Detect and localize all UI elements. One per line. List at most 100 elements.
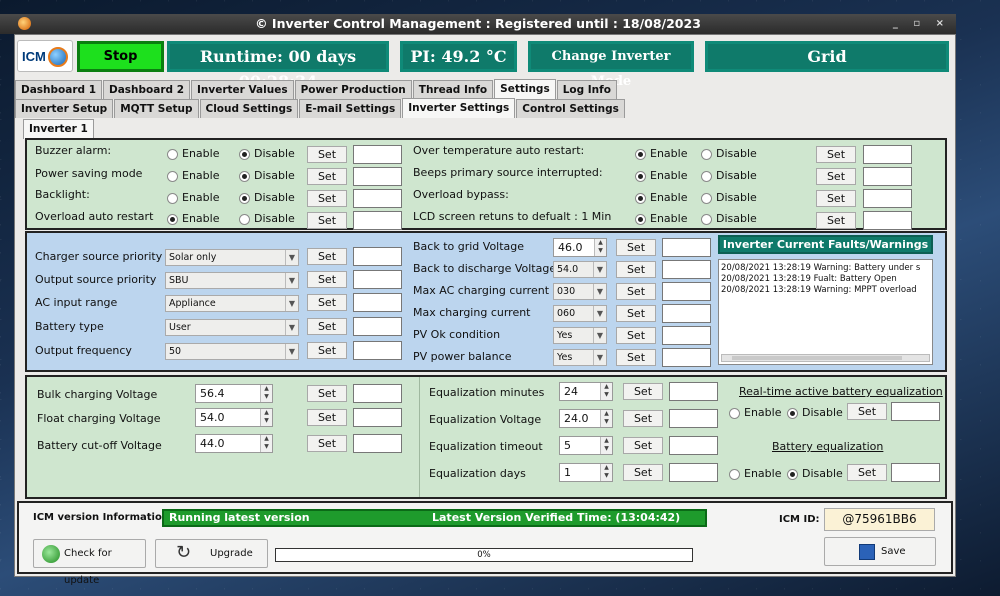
back-to-grid-spinbox[interactable]: 46.0 ▲ ▼ — [553, 238, 607, 257]
over-temp-restart-enable[interactable]: Enable — [635, 147, 687, 160]
bulk-charging-spinbox[interactable]: 56.4 ▲ ▼ — [195, 384, 273, 403]
eq-timeout-spinbox[interactable]: 5 ▲ ▼ — [559, 436, 613, 455]
overload-restart-enable[interactable]: Enable — [167, 212, 219, 225]
battery-eq-enable[interactable]: Enable — [729, 467, 781, 480]
battery-eq-set-button[interactable]: Set — [847, 464, 887, 481]
eq-minutes-set-button[interactable]: Set — [623, 383, 663, 400]
beeps-primary-disable[interactable]: Disable — [701, 169, 757, 182]
faults-list[interactable]: 20/08/2021 13:28:19 Warning: Battery und… — [718, 259, 933, 365]
window-controls[interactable]: _ ▫ × — [893, 14, 950, 34]
spin-arrows-icon[interactable]: ▲ ▼ — [600, 437, 612, 454]
tab-inverter-settings[interactable]: Inverter Settings — [402, 98, 516, 118]
overload-bypass-disable[interactable]: Disable — [701, 191, 757, 204]
battery-cutoff-spinbox[interactable]: 44.0 ▲ ▼ — [195, 434, 273, 453]
power-saving-set-button[interactable]: Set — [307, 168, 347, 185]
max-charging-set-button[interactable]: Set — [616, 305, 656, 322]
buzzer-alarm-enable[interactable]: Enable — [167, 147, 219, 160]
spin-arrows-icon[interactable]: ▲ ▼ — [260, 435, 272, 452]
output-frequency-set-button[interactable]: Set — [307, 342, 347, 359]
beeps-primary-set-button[interactable]: Set — [816, 168, 856, 185]
tab-dashboard-2[interactable]: Dashboard 2 — [103, 80, 190, 99]
tab-inverter-values[interactable]: Inverter Values — [191, 80, 294, 99]
backlight-set-button[interactable]: Set — [307, 190, 347, 207]
back-to-grid-status — [662, 238, 711, 257]
over-temp-restart-disable[interactable]: Disable — [701, 147, 757, 160]
spin-arrows-icon[interactable]: ▲ ▼ — [594, 239, 606, 256]
max-charging-select[interactable]: 060 ▼ — [553, 305, 607, 322]
eq-minutes-spinbox[interactable]: 24 ▲ ▼ — [559, 382, 613, 401]
eq-days-set-button[interactable]: Set — [623, 464, 663, 481]
eq-voltage-spinbox[interactable]: 24.0 ▲ ▼ — [559, 409, 613, 428]
back-to-grid-set-button[interactable]: Set — [616, 239, 656, 256]
eq-timeout-set-button[interactable]: Set — [623, 437, 663, 454]
spin-arrows-icon[interactable]: ▲ ▼ — [600, 383, 612, 400]
lcd-default-set-button[interactable]: Set — [816, 212, 856, 229]
tab-email-settings[interactable]: E-mail Settings — [299, 99, 402, 118]
spin-arrows-icon[interactable]: ▲ ▼ — [600, 410, 612, 427]
ac-input-range-set-button[interactable]: Set — [307, 294, 347, 311]
spin-arrows-icon[interactable]: ▲ ▼ — [260, 385, 272, 402]
float-charging-set-button[interactable]: Set — [307, 409, 347, 426]
change-inverter-mode-button[interactable]: Change Inverter Mode — [528, 41, 694, 89]
output-priority-set-button[interactable]: Set — [307, 271, 347, 288]
battery-type-set-button[interactable]: Set — [307, 318, 347, 335]
power-saving-disable[interactable]: Disable — [239, 169, 295, 182]
tab-control-settings[interactable]: Control Settings — [516, 99, 625, 118]
upgrade-button[interactable]: ↻ Upgrade — [155, 539, 268, 568]
pv-ok-select[interactable]: Yes ▼ — [553, 327, 607, 344]
spin-arrows-icon[interactable]: ▲ ▼ — [260, 409, 272, 426]
max-ac-charging-select[interactable]: 030 ▼ — [553, 283, 607, 300]
faults-scrollbar[interactable] — [721, 354, 930, 362]
buzzer-alarm-disable[interactable]: Disable — [239, 147, 295, 160]
overload-bypass-set-button[interactable]: Set — [816, 190, 856, 207]
stop-button[interactable]: Stop — [77, 41, 164, 72]
max-ac-charging-set-button[interactable]: Set — [616, 283, 656, 300]
over-temp-restart-set-button[interactable]: Set — [816, 146, 856, 163]
buzzer-alarm-set-button[interactable]: Set — [307, 146, 347, 163]
charger-priority-select[interactable]: Solar only ▼ — [165, 249, 299, 266]
charger-priority-set-button[interactable]: Set — [307, 248, 347, 265]
overload-bypass-enable[interactable]: Enable — [635, 191, 687, 204]
battery-cutoff-set-button[interactable]: Set — [307, 435, 347, 452]
eq-voltage-set-button[interactable]: Set — [623, 410, 663, 427]
lcd-default-enable[interactable]: Enable — [635, 212, 687, 225]
backlight-disable[interactable]: Disable — [239, 191, 295, 204]
pv-ok-set-button[interactable]: Set — [616, 327, 656, 344]
tab-power-production[interactable]: Power Production — [294, 80, 412, 99]
save-button[interactable]: Save — [824, 537, 936, 566]
charger-priority-status — [353, 247, 402, 266]
power-saving-enable[interactable]: Enable — [167, 169, 219, 182]
overload-restart-set-button[interactable]: Set — [307, 212, 347, 229]
tab-cloud-settings[interactable]: Cloud Settings — [199, 99, 299, 118]
check-update-button[interactable]: Check for update — [33, 539, 146, 586]
overload-restart-disable[interactable]: Disable — [239, 212, 295, 225]
tab-inverter-1[interactable]: Inverter 1 — [23, 119, 94, 139]
pv-balance-set-button[interactable]: Set — [616, 349, 656, 366]
float-charging-spinbox[interactable]: 54.0 ▲ ▼ — [195, 408, 273, 427]
back-to-discharge-set-button[interactable]: Set — [616, 261, 656, 278]
battery-type-select[interactable]: User ▼ — [165, 319, 299, 336]
tab-thread-info[interactable]: Thread Info — [412, 80, 494, 99]
eq-days-label: Equalization days — [429, 467, 526, 480]
output-priority-select[interactable]: SBU ▼ — [165, 272, 299, 289]
backlight-enable[interactable]: Enable — [167, 191, 219, 204]
realtime-eq-disable[interactable]: Disable — [787, 406, 843, 419]
tab-mqtt-setup[interactable]: MQTT Setup — [114, 99, 199, 118]
lcd-default-disable[interactable]: Disable — [701, 212, 757, 225]
output-frequency-select[interactable]: 50 ▼ — [165, 343, 299, 360]
battery-eq-disable[interactable]: Disable — [787, 467, 843, 480]
back-to-discharge-select[interactable]: 54.0 ▼ — [553, 261, 607, 278]
pv-balance-select[interactable]: Yes ▼ — [553, 349, 607, 366]
beeps-primary-enable[interactable]: Enable — [635, 169, 687, 182]
eq-days-spinbox[interactable]: 1 ▲ ▼ — [559, 463, 613, 482]
tab-dashboard-1[interactable]: Dashboard 1 — [15, 80, 102, 99]
tab-log-info[interactable]: Log Info — [556, 80, 617, 99]
scrollbar-thumb[interactable] — [732, 356, 902, 360]
bulk-charging-set-button[interactable]: Set — [307, 385, 347, 402]
tab-settings[interactable]: Settings — [494, 79, 556, 99]
spin-arrows-icon[interactable]: ▲ ▼ — [600, 464, 612, 481]
ac-input-range-select[interactable]: Appliance ▼ — [165, 295, 299, 312]
realtime-eq-enable[interactable]: Enable — [729, 406, 781, 419]
realtime-eq-set-button[interactable]: Set — [847, 403, 887, 420]
tab-inverter-setup[interactable]: Inverter Setup — [15, 99, 114, 118]
